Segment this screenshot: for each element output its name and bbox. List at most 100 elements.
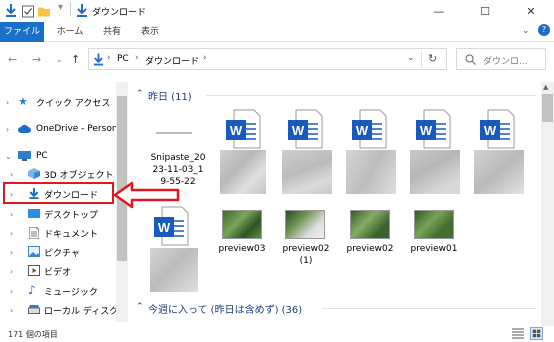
svg-text:W: W [484, 123, 497, 138]
picture-icon [28, 246, 40, 257]
svg-text:W: W [292, 123, 305, 138]
breadcrumb-separator-icon[interactable]: › [135, 53, 139, 63]
word-document-icon[interactable]: W [224, 108, 262, 150]
refresh-icon[interactable]: ↻ [428, 52, 437, 65]
up-arrow-icon[interactable]: ↑ [71, 53, 80, 66]
sidebar-scrollbar-thumb[interactable] [117, 96, 127, 261]
large-icons-view-icon[interactable] [530, 327, 543, 340]
file-name-preview03[interactable]: preview03 [212, 243, 272, 255]
status-bar: 171 個の項目 [0, 326, 554, 342]
word-document-icon[interactable]: W [478, 108, 516, 150]
sidebar-item-onedrive[interactable]: › OneDrive - Person [0, 119, 128, 139]
document-icon [29, 227, 39, 239]
expand-chevron-icon[interactable]: › [10, 287, 13, 296]
title-bar: ▾ ダウンロード — ☐ ✕ [0, 0, 554, 22]
group-header-yesterday[interactable]: 昨日 (11) [148, 88, 192, 103]
help-icon[interactable]: ? [538, 24, 550, 36]
sidebar-item-label: デスクトップ [44, 210, 99, 221]
sidebar-item-local-disk[interactable]: › ローカル ディスク (C [0, 300, 128, 320]
expand-chevron-icon[interactable]: › [10, 210, 13, 219]
tab-home[interactable]: ホーム [52, 22, 88, 42]
tab-file[interactable]: ファイル [0, 22, 44, 42]
group-header-this-week[interactable]: 今週に入って (昨日は含めず) (36) [148, 301, 302, 316]
downloads-title-icon [77, 4, 87, 17]
file-name-preview02[interactable]: preview02 [340, 243, 400, 255]
image-thumbnail-preview02-1[interactable] [285, 210, 325, 239]
group-divider [322, 308, 536, 309]
minimize-button[interactable]: — [416, 0, 462, 22]
breadcrumb-separator-icon[interactable]: › [107, 53, 111, 63]
ribbon-expand-icon[interactable]: ⌄ [522, 26, 530, 36]
expand-chevron-icon[interactable]: › [10, 170, 13, 179]
blurred-file-label [282, 150, 332, 194]
breadcrumb-separator-icon[interactable]: › [203, 53, 207, 63]
content-scrollbar-thumb[interactable] [542, 94, 553, 122]
word-document-icon[interactable]: W [286, 108, 324, 150]
group-collapse-icon[interactable]: ⌃ [136, 302, 144, 312]
sidebar-item-desktop[interactable]: › デスクトップ [0, 204, 128, 224]
sidebar-item-pc[interactable]: ⌄ PC [0, 146, 128, 166]
file-name-snipaste[interactable]: Snipaste_20 23-11-03_1 9-55-22 [144, 152, 212, 188]
file-name-preview01[interactable]: preview01 [404, 243, 464, 255]
sidebar-item-quick-access[interactable]: › ★ クイック アクセス [0, 92, 128, 112]
svg-text:W: W [230, 123, 243, 138]
sidebar-item-videos[interactable]: › ビデオ [0, 261, 128, 281]
details-view-icon[interactable] [512, 328, 524, 339]
breadcrumb-pc[interactable]: PC [117, 54, 129, 64]
word-document-icon[interactable]: W [350, 108, 388, 150]
collapse-chevron-icon[interactable]: ⌄ [5, 152, 12, 161]
svg-text:W: W [158, 220, 171, 235]
disk-drive-icon [28, 305, 40, 314]
file-name-preview02-1[interactable]: preview02 (1) [276, 243, 336, 267]
properties-icon[interactable] [22, 5, 34, 18]
expand-chevron-icon[interactable]: › [6, 98, 9, 107]
new-folder-icon[interactable] [38, 5, 50, 18]
address-dropdown-icon[interactable]: ⌄ [407, 53, 415, 63]
expand-chevron-icon[interactable]: › [10, 248, 13, 257]
word-document-icon[interactable]: W [414, 108, 452, 150]
expand-chevron-icon[interactable]: › [10, 267, 13, 276]
blurred-file-label [220, 150, 266, 194]
expand-chevron-icon[interactable]: › [6, 125, 9, 134]
tab-view[interactable]: 表示 [136, 22, 164, 42]
sidebar-item-pictures[interactable]: › ピクチャ [0, 242, 128, 262]
expand-chevron-icon[interactable]: › [10, 306, 13, 315]
svg-text:W: W [420, 123, 433, 138]
sidebar-item-label: ビデオ [44, 267, 72, 278]
address-divider [421, 50, 422, 68]
word-document-icon[interactable]: W [152, 205, 190, 247]
breadcrumb-downloads[interactable]: ダウンロード [145, 54, 199, 67]
close-button[interactable]: ✕ [508, 0, 554, 22]
item-count: 171 個の項目 [8, 330, 58, 339]
address-bar[interactable]: › PC › ダウンロード › ⌄ ↻ [88, 48, 447, 70]
image-thumbnail-preview01[interactable] [414, 210, 454, 239]
tab-share[interactable]: 共有 [98, 22, 126, 42]
recent-dropdown-icon[interactable]: ⌄ [56, 55, 63, 64]
back-arrow-icon[interactable]: ← [8, 53, 17, 66]
computer-icon [18, 151, 31, 161]
maximize-button[interactable]: ☐ [462, 0, 508, 22]
image-thumbnail-preview02[interactable] [350, 210, 390, 239]
blurred-file-label [346, 150, 396, 194]
qat-dropdown-icon[interactable]: ▾ [58, 2, 63, 13]
video-icon [28, 265, 40, 276]
forward-arrow-icon[interactable]: → [32, 53, 41, 66]
desktop-icon [28, 209, 40, 218]
blurred-file-label [150, 248, 198, 292]
file-thumbnail[interactable] [152, 118, 194, 148]
svg-text:W: W [356, 123, 369, 138]
blurred-file-label [474, 150, 524, 194]
sidebar-item-documents[interactable]: › ドキュメント [0, 223, 128, 243]
image-thumbnail-preview03[interactable] [222, 210, 262, 239]
scroll-up-icon[interactable]: ▲ [543, 83, 548, 91]
expand-chevron-icon[interactable]: › [10, 229, 13, 238]
sidebar-item-label: ミュージック [44, 287, 98, 298]
sidebar-item-music[interactable]: › ♪ ミュージック [0, 281, 128, 301]
sidebar-item-3d-objects[interactable]: › 3D オブジェクト [0, 164, 128, 184]
sidebar-item-label: ピクチャ [44, 248, 80, 259]
blurred-file-label [410, 150, 460, 194]
group-collapse-icon[interactable]: ⌃ [136, 89, 144, 99]
highlight-box [3, 182, 114, 204]
search-input[interactable]: ダウンロ... [456, 48, 546, 70]
ribbon: ファイル ホーム 共有 表示 ⌄ ? [0, 22, 554, 42]
